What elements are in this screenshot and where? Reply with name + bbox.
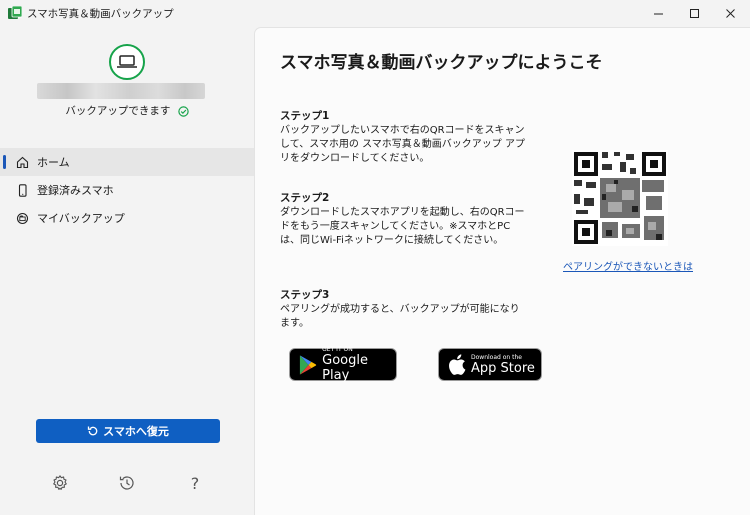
history-button[interactable]	[117, 473, 137, 493]
close-button[interactable]	[712, 0, 748, 27]
app-logo-icon	[8, 6, 22, 19]
step-title: ステップ3	[280, 289, 330, 301]
maximize-button[interactable]	[676, 0, 712, 27]
restore-button-label: スマホへ復元	[103, 425, 169, 438]
smartphone-icon	[15, 183, 29, 197]
step-3: ステップ3 ペアリングが成功すると、バックアップが可能になります。	[280, 288, 528, 331]
minimize-button[interactable]	[640, 0, 676, 27]
sidebar-item-my-backup[interactable]: マイバックアップ	[0, 204, 254, 232]
main-panel: スマホ写真＆動画バックアップにようこそ ステップ1 バックアップしたいスマホで右…	[254, 27, 750, 515]
step-text: ダウンロードしたスマホアプリを起動し、右のQRコードをもう一度スキャンしてくださ…	[280, 207, 525, 246]
apple-icon	[449, 354, 466, 375]
laptop-icon	[117, 55, 137, 68]
step-text: ペアリングが成功すると、バックアップが可能になります。	[280, 304, 520, 329]
pairing-qr-code	[572, 150, 668, 246]
google-play-icon	[299, 354, 317, 375]
window-title: スマホ写真＆動画バックアップ	[27, 8, 174, 20]
app-store-small-text: Download on the	[471, 353, 522, 361]
step-2: ステップ2 ダウンロードしたスマホアプリを起動し、右のQRコードをもう一度スキャ…	[280, 191, 528, 248]
restore-to-phone-button[interactable]: スマホへ復元	[36, 419, 220, 443]
page-title: スマホ写真＆動画バックアップにようこそ	[280, 53, 603, 73]
settings-icon	[53, 475, 67, 490]
google-play-label: Google Play	[322, 353, 368, 383]
sidebar-item-label: ホーム	[37, 156, 70, 169]
settings-button[interactable]	[50, 473, 70, 493]
sidebar-item-label: マイバックアップ	[37, 212, 125, 225]
device-name-redacted	[37, 83, 205, 99]
step-1: ステップ1 バックアップしたいスマホで右のQRコードをスキャンして、スマホ用の …	[280, 109, 528, 166]
history-icon	[119, 476, 134, 490]
close-icon	[725, 9, 735, 18]
step-title: ステップ2	[280, 192, 330, 204]
backup-status: バックアップできます	[0, 103, 254, 118]
maximize-icon	[689, 9, 699, 18]
google-play-small-text: GET IT ON	[322, 346, 353, 353]
help-button[interactable]: ?	[185, 473, 205, 493]
check-circle-icon	[177, 105, 189, 117]
sidebar-item-label: 登録済みスマホ	[37, 184, 114, 197]
backup-folder-icon	[15, 211, 29, 225]
step-text: バックアップしたいスマホで右のQRコードをスキャンして、スマホ用の スマホ写真＆…	[280, 125, 525, 164]
app-store-badge[interactable]: Download on the App Store	[438, 348, 542, 381]
pairing-help-link[interactable]: ペアリングができないときは	[563, 258, 693, 273]
step-title: ステップ1	[280, 110, 330, 122]
sidebar-nav: ホーム 登録済みスマホ マイバックアップ	[0, 148, 254, 232]
google-play-badge[interactable]: GET IT ON Google Play	[289, 346, 397, 383]
restore-icon	[88, 426, 98, 436]
home-icon	[15, 155, 29, 169]
sidebar-item-home[interactable]: ホーム	[0, 148, 254, 176]
device-avatar	[109, 44, 145, 80]
minimize-icon	[653, 13, 663, 15]
sidebar: バックアップできます ホーム 登録済みスマホ マイバックアップ スマホへ復元 ?	[0, 27, 254, 515]
title-bar: スマホ写真＆動画バックアップ	[0, 0, 750, 27]
help-icon: ?	[190, 473, 200, 493]
sidebar-item-registered-phones[interactable]: 登録済みスマホ	[0, 176, 254, 204]
app-store-label: App Store	[471, 360, 535, 376]
backup-status-text: バックアップできます	[65, 105, 171, 117]
